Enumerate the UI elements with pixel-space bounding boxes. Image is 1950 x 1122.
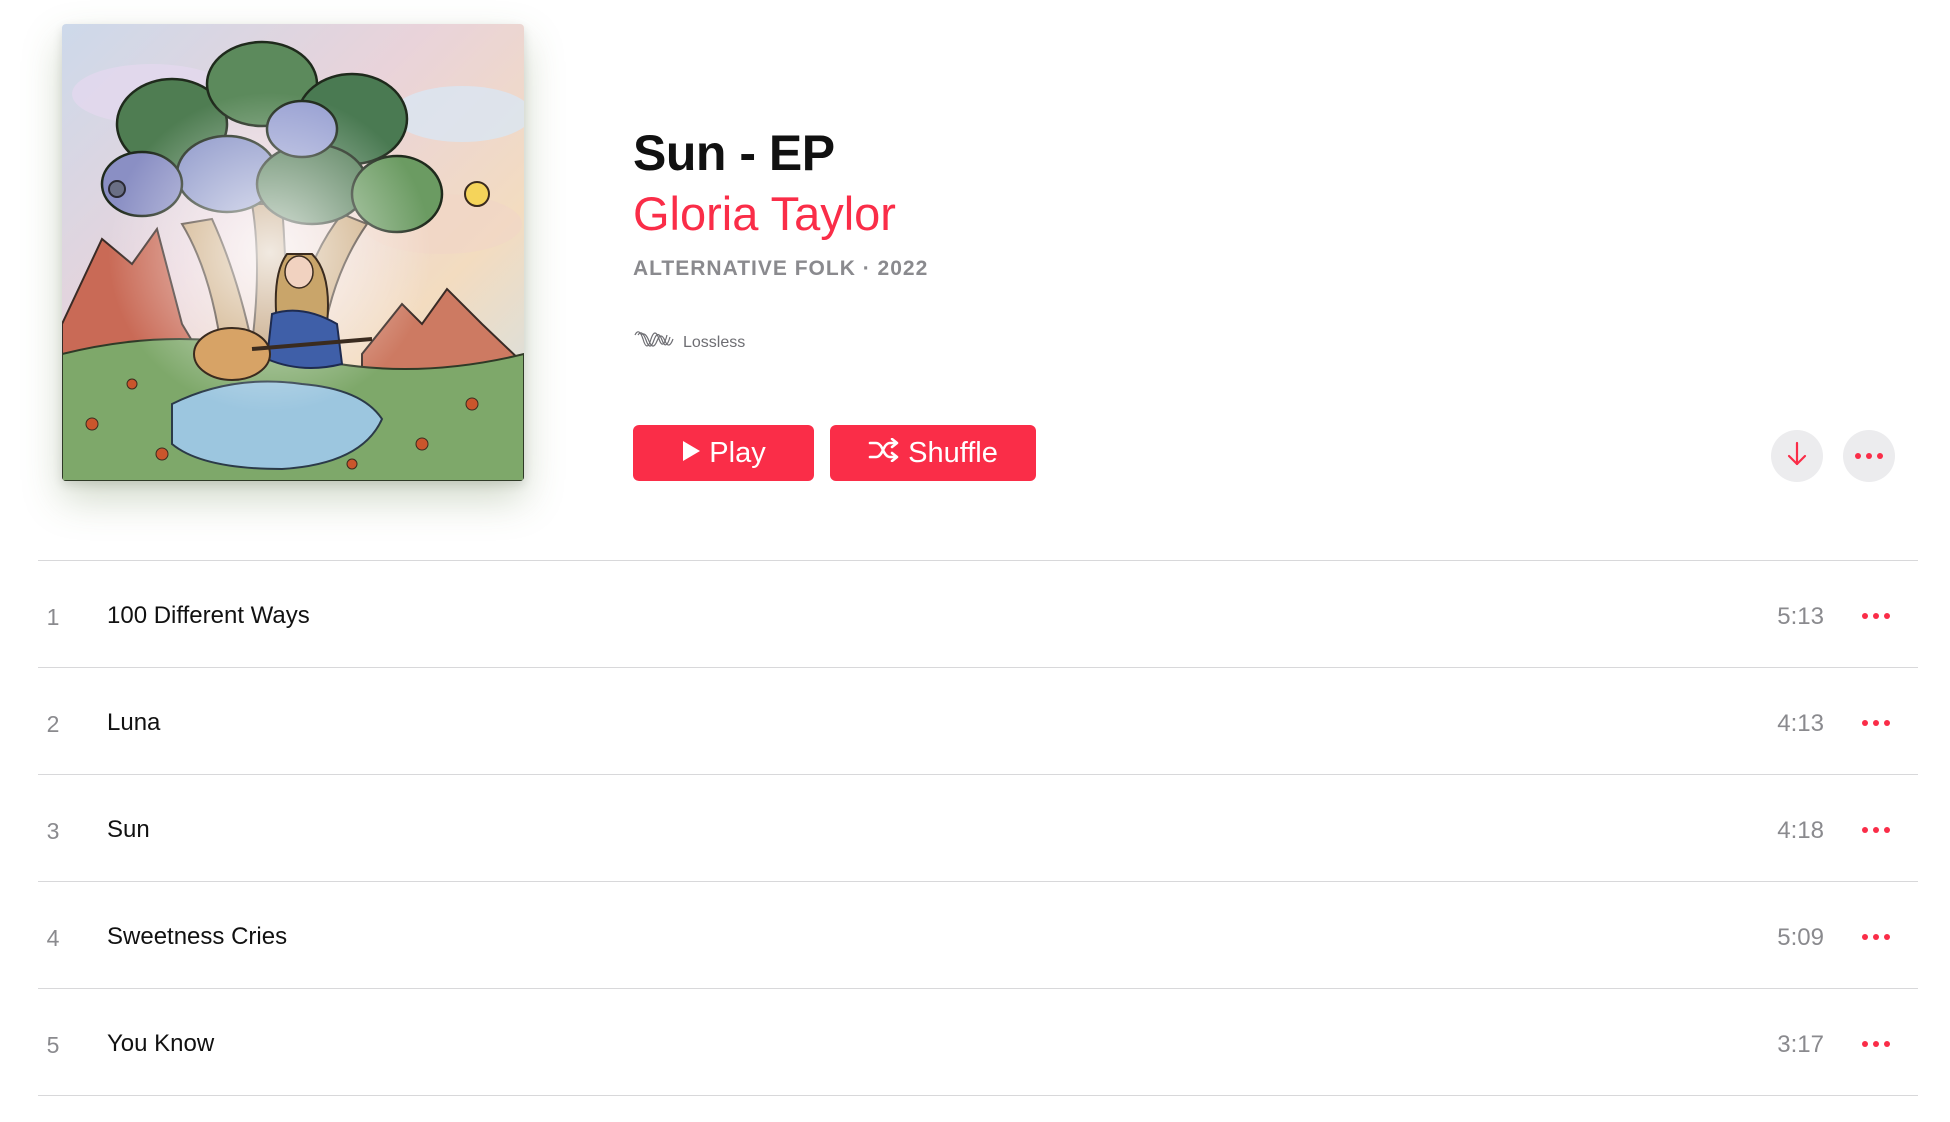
play-icon: [681, 437, 701, 470]
track-duration: 5:09: [1777, 924, 1824, 951]
track-number: 3: [46, 818, 60, 844]
album-more-button[interactable]: [1843, 430, 1895, 482]
track-more-button[interactable]: [1856, 815, 1896, 845]
ellipsis-icon: [1862, 827, 1890, 833]
album-title: Sun - EP: [633, 125, 835, 181]
track-title[interactable]: Sweetness Cries: [107, 923, 287, 951]
play-button[interactable]: Play: [633, 425, 814, 481]
track-title[interactable]: 100 Different Ways: [107, 602, 310, 630]
ellipsis-icon: [1854, 447, 1884, 465]
ellipsis-icon: [1862, 720, 1890, 726]
track-row[interactable]: 5 You Know 3:17: [38, 989, 1918, 1096]
play-button-label: Play: [709, 436, 766, 469]
download-arrow-icon: [1787, 441, 1807, 472]
track-number: 5: [46, 1032, 60, 1058]
lossless-label: Lossless: [683, 333, 746, 351]
track-number: 2: [46, 711, 60, 737]
album-artwork[interactable]: [62, 24, 524, 481]
shuffle-button[interactable]: Shuffle: [830, 425, 1036, 481]
track-more-button[interactable]: [1856, 601, 1896, 631]
track-title[interactable]: Luna: [107, 709, 160, 737]
track-row[interactable]: 2 Luna 4:13: [38, 668, 1918, 775]
track-row[interactable]: 3 Sun 4:18: [38, 775, 1918, 882]
track-duration: 4:13: [1777, 710, 1824, 737]
album-genre-year: ALTERNATIVE FOLK · 2022: [633, 257, 929, 280]
album-artwork-illustration: [62, 24, 524, 481]
ellipsis-icon: [1862, 1041, 1890, 1047]
track-title[interactable]: You Know: [107, 1030, 214, 1058]
track-title[interactable]: Sun: [107, 816, 150, 844]
lossless-badge: Lossless: [633, 325, 745, 360]
track-more-button[interactable]: [1856, 1029, 1896, 1059]
track-number: 4: [46, 925, 60, 951]
download-button[interactable]: [1771, 430, 1823, 482]
artist-link[interactable]: Gloria Taylor: [633, 186, 896, 241]
ellipsis-icon: [1862, 613, 1890, 619]
track-list: 1 100 Different Ways 5:13 2 Luna 4:13 3 …: [38, 560, 1918, 1096]
shuffle-button-label: Shuffle: [908, 436, 998, 469]
track-duration: 3:17: [1777, 1031, 1824, 1058]
ellipsis-icon: [1862, 934, 1890, 940]
track-duration: 4:18: [1777, 817, 1824, 844]
track-more-button[interactable]: [1856, 922, 1896, 952]
track-row[interactable]: 4 Sweetness Cries 5:09: [38, 882, 1918, 989]
lossless-wave-icon: [633, 325, 679, 360]
track-number: 1: [46, 604, 60, 630]
album-page: Sun - EP Gloria Taylor ALTERNATIVE FOLK …: [0, 0, 1950, 1122]
track-more-button[interactable]: [1856, 708, 1896, 738]
shuffle-icon: [868, 437, 900, 470]
track-duration: 5:13: [1777, 603, 1824, 630]
track-row[interactable]: 1 100 Different Ways 5:13: [38, 561, 1918, 668]
